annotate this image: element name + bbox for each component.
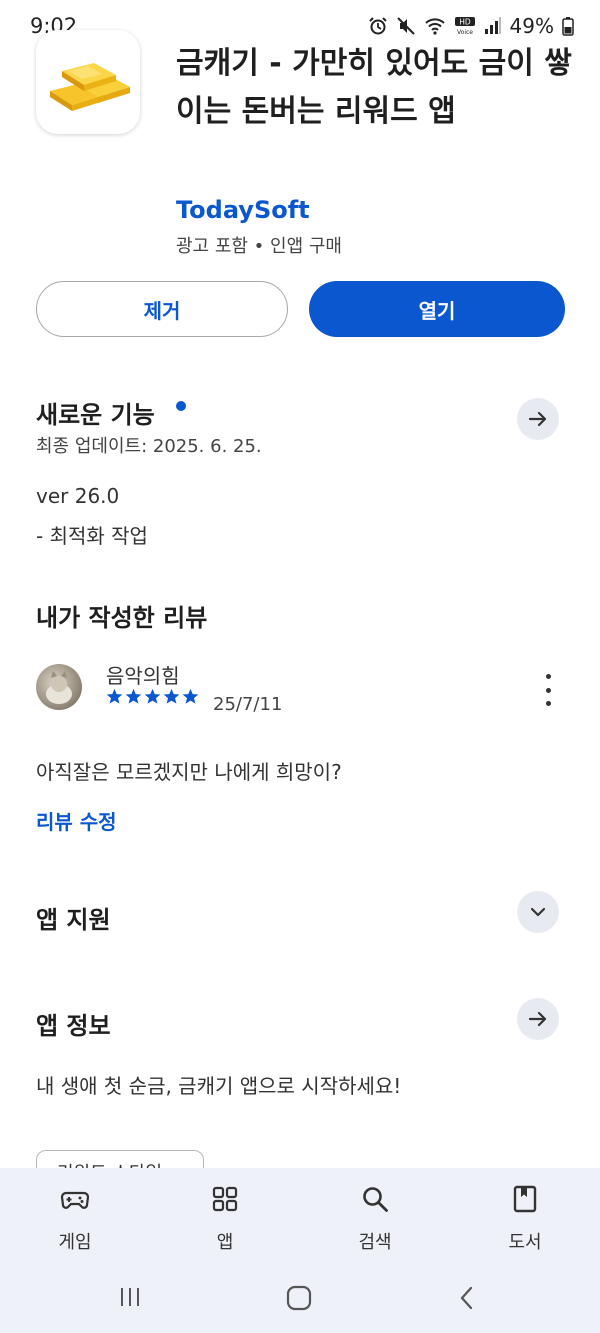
review-text: 아직잘은 모르겠지만 나에게 희망이?	[36, 760, 342, 784]
book-icon	[513, 1185, 537, 1213]
hd-voice-icon: HD Voice	[454, 17, 475, 36]
home-icon[interactable]	[285, 1284, 313, 1312]
star-icon	[106, 688, 123, 704]
star-icon	[182, 688, 199, 704]
nav-label-apps: 앱	[216, 1232, 234, 1253]
app-info-arrow-button[interactable]	[517, 998, 559, 1040]
edit-review-link[interactable]: 리뷰 수정	[36, 806, 117, 835]
nav-label-search: 검색	[358, 1232, 392, 1253]
status-icons: HD Voice 49%	[368, 14, 574, 38]
nav-label-books: 도서	[508, 1232, 542, 1253]
chevron-down-icon	[530, 907, 546, 917]
nav-item-apps[interactable]: 앱	[175, 1184, 275, 1254]
mute-icon	[396, 17, 415, 35]
app-description: 내 생애 첫 순금, 금캐기 앱으로 시작하세요!	[36, 1074, 402, 1098]
alarm-icon	[368, 17, 387, 35]
star-icon	[125, 688, 142, 704]
arrow-right-icon	[528, 1011, 547, 1027]
new-indicator-dot	[176, 401, 186, 411]
review-stars	[106, 688, 199, 705]
remove-button[interactable]: 제거	[36, 281, 288, 337]
nav-item-search[interactable]: 검색	[325, 1184, 425, 1254]
my-review-title: 내가 작성한 리뷰	[36, 604, 208, 632]
app-meta: 광고 포함 • 인앱 구매	[176, 236, 342, 257]
wifi-icon	[424, 18, 445, 35]
nav-label-games: 게임	[58, 1232, 92, 1253]
star-icon	[163, 688, 180, 704]
whats-new-arrow-button[interactable]	[517, 398, 559, 440]
app-info-title: 앱 정보	[36, 1012, 111, 1040]
back-icon[interactable]	[455, 1284, 479, 1312]
signal-icon	[484, 17, 501, 34]
app-icon	[36, 30, 140, 134]
nav-item-books[interactable]: 도서	[475, 1184, 575, 1254]
more-options-icon[interactable]	[536, 674, 560, 706]
developer-link[interactable]: TodaySoft	[176, 196, 310, 224]
battery-percent: 49%	[509, 14, 554, 38]
search-icon	[363, 1187, 388, 1212]
recent-apps-icon[interactable]	[117, 1284, 143, 1310]
whats-new-title: 새로운 기능	[36, 401, 155, 429]
app-support-expand-button[interactable]	[517, 891, 559, 933]
svg-text:Voice: Voice	[457, 29, 473, 36]
review-author: 음악의힘	[106, 664, 180, 688]
open-button[interactable]: 열기	[309, 281, 565, 337]
gamepad-icon	[60, 1191, 90, 1209]
nav-item-games[interactable]: 게임	[25, 1184, 125, 1254]
apps-grid-icon	[212, 1186, 238, 1212]
app-title: 금캐기 - 가만히 있어도 금이 쌓이는 돈버는 리워드 앱	[176, 46, 572, 129]
svg-text:HD: HD	[459, 18, 471, 27]
arrow-right-icon	[528, 411, 547, 427]
last-updated: 최종 업데이트: 2025. 6. 25.	[36, 436, 262, 457]
update-note: - 최적화 작업	[36, 524, 148, 548]
avatar	[36, 664, 82, 710]
battery-icon	[562, 17, 574, 36]
bottom-navigation: 게임 앱 검색 도서	[0, 1168, 600, 1333]
gold-bars-icon	[50, 63, 130, 111]
star-icon	[144, 688, 161, 704]
review-date: 25/7/11	[213, 694, 283, 715]
version-text: ver 26.0	[36, 484, 120, 508]
system-navigation-bar	[0, 1280, 600, 1316]
app-support-title: 앱 지원	[36, 906, 111, 934]
